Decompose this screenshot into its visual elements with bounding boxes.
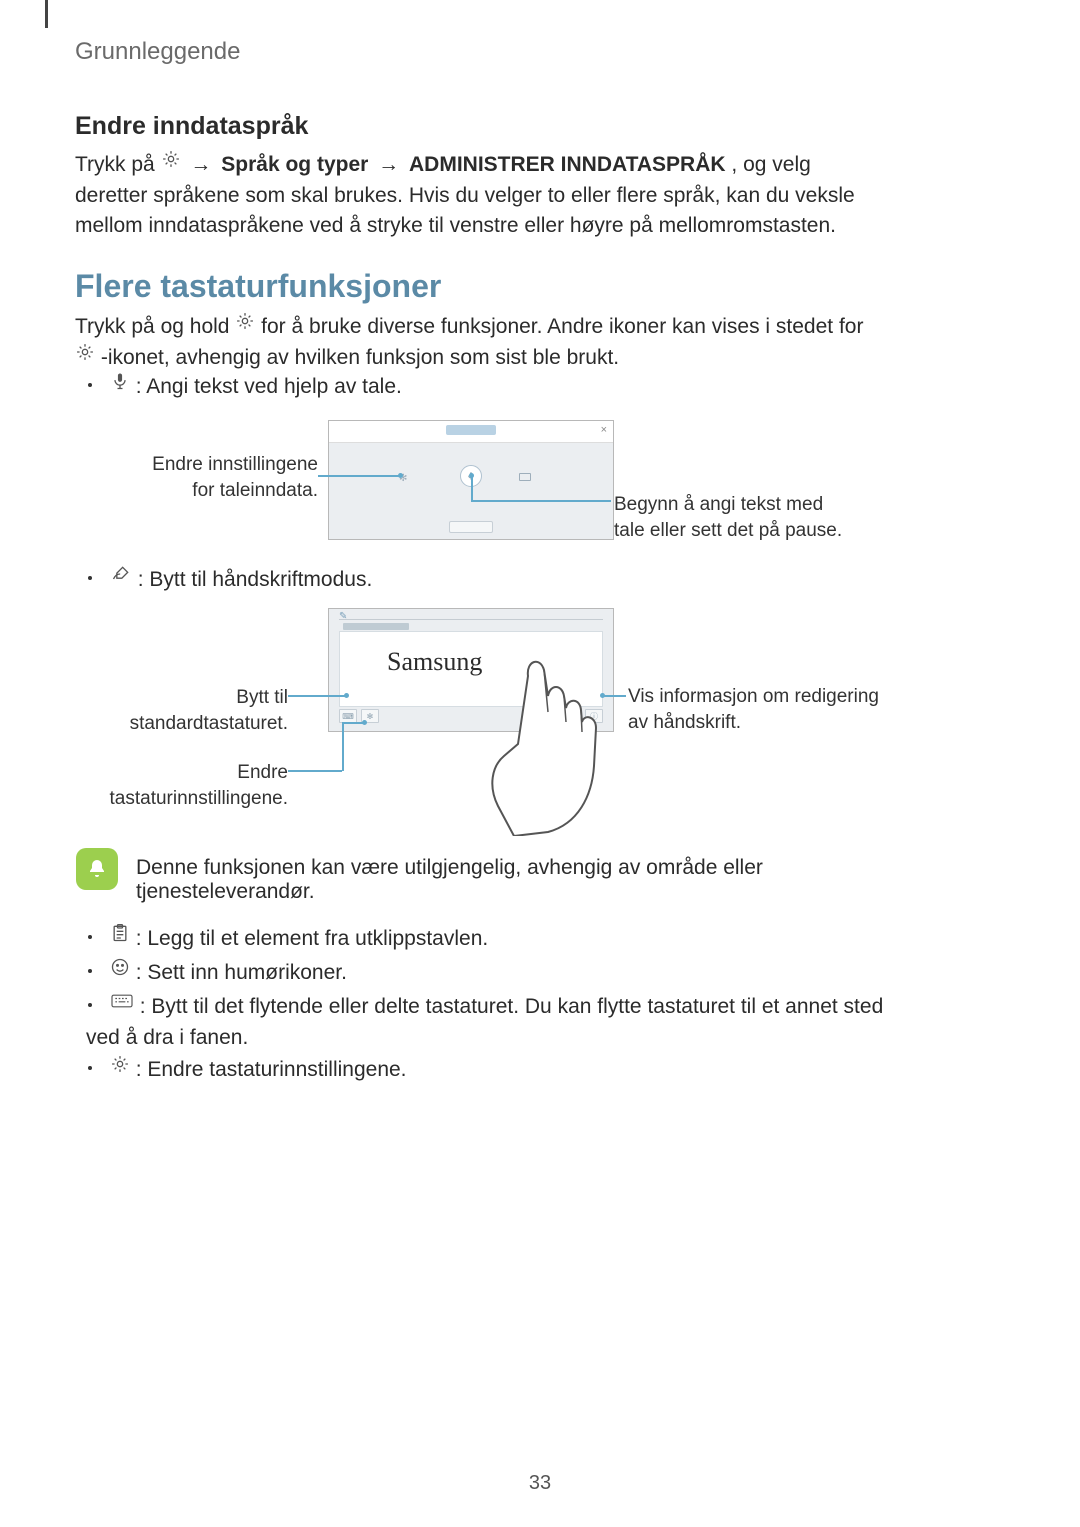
bullet-settings-text: : Endre tastaturinnstillingene. bbox=[136, 1058, 407, 1081]
bullet-settings: : Endre tastaturinnstillingene. bbox=[86, 1055, 876, 1086]
callout-hw-settings: Endre tastaturinnstillingene. bbox=[98, 760, 288, 811]
close-icon: × bbox=[601, 424, 607, 436]
hw-toolbar: ⌨ ✻ ⌫ ↵ ⓘ bbox=[339, 709, 603, 725]
note-bell-icon bbox=[76, 848, 118, 890]
bullet-dot bbox=[88, 1003, 92, 1007]
callout-hw-info: Vis informasjon om redigering av håndskr… bbox=[628, 684, 888, 735]
page-header: Grunnleggende bbox=[75, 38, 240, 66]
handwriting-icon bbox=[110, 563, 132, 593]
hw-input-line bbox=[339, 619, 603, 620]
voice-topbar: × bbox=[329, 421, 613, 443]
callout-dot bbox=[362, 720, 367, 725]
bullet-dot bbox=[88, 1066, 92, 1070]
note-text: Denne funksjonen kan være utilgjengelig,… bbox=[136, 856, 896, 904]
callout-line bbox=[604, 695, 626, 697]
callout-line bbox=[288, 695, 346, 697]
text: for å bruke diverse funksjoner. Andre ik… bbox=[261, 315, 863, 338]
bullet-float-text: : Bytt til det flytende eller delte tast… bbox=[86, 995, 883, 1049]
gear-icon bbox=[110, 1053, 130, 1083]
hw-keyboard-icon: ⌨ bbox=[339, 709, 357, 723]
bullet-pen-text: : Bytt til håndskriftmodus. bbox=[138, 568, 373, 591]
callout-line bbox=[471, 500, 611, 502]
text: -ikonet, avhengig av hvilken funksjon so… bbox=[101, 346, 619, 369]
bullet-float-kbd: : Bytt til det flytende eller delte tast… bbox=[86, 992, 886, 1053]
hw-backspace-icon: ⌫ bbox=[541, 709, 559, 723]
callout-dot bbox=[469, 473, 474, 478]
bullet-dot bbox=[88, 969, 92, 973]
menu-sprak-typer: Språk og typer bbox=[221, 153, 368, 176]
tap-to-speak-placeholder bbox=[446, 425, 496, 435]
diagram-handwriting: ✎ Samsung ⌨ ✻ ⌫ ↵ ⓘ bbox=[328, 608, 614, 732]
text: Trykk på og hold bbox=[75, 315, 235, 338]
bullet-clipboard: : Legg til et element fra utklippstavlen… bbox=[86, 924, 876, 955]
hw-enter-icon: ↵ bbox=[563, 709, 581, 723]
callout-line bbox=[318, 475, 400, 477]
arrow-1: → bbox=[186, 150, 215, 180]
callout-hw-stdkbd: Bytt til standardtastaturet. bbox=[98, 685, 288, 736]
floating-keyboard-icon bbox=[110, 990, 134, 1020]
arrow-2: → bbox=[374, 150, 403, 180]
gear-icon bbox=[161, 148, 181, 178]
bullet-mic-text: : Angi tekst ved hjelp av tale. bbox=[136, 375, 402, 398]
mic-icon bbox=[110, 370, 130, 400]
voice-keyboard-icon bbox=[519, 473, 531, 481]
bullet-dot bbox=[88, 576, 92, 580]
callout-dot bbox=[600, 693, 605, 698]
page-number: 33 bbox=[529, 1472, 551, 1495]
bullet-dot bbox=[88, 935, 92, 939]
callout-line bbox=[471, 475, 473, 501]
clipboard-icon bbox=[110, 922, 130, 952]
bullet-pen: : Bytt til håndskriftmodus. bbox=[86, 565, 372, 596]
callout-line bbox=[342, 722, 344, 771]
hw-sample-text: Samsung bbox=[387, 647, 482, 677]
text: Trykk på bbox=[75, 153, 161, 176]
menu-administrer: ADMINISTRER INNDATASPRÅK bbox=[409, 153, 726, 176]
page-top-mark bbox=[45, 0, 48, 28]
gear-icon bbox=[75, 341, 95, 371]
bullet-clipboard-text: : Legg til et element fra utklippstavlen… bbox=[136, 927, 489, 950]
bullet-mic: : Angi tekst ved hjelp av tale. bbox=[86, 372, 402, 403]
callout-dot bbox=[398, 473, 403, 478]
bullet-emoji: : Sett inn humørikoner. bbox=[86, 958, 876, 989]
bullet-emoji-text: : Sett inn humørikoner. bbox=[136, 961, 347, 984]
gear-icon bbox=[235, 310, 255, 340]
callout-dot bbox=[344, 693, 349, 698]
callout-line bbox=[288, 770, 342, 772]
callout-voice-start: Begynn å angi tekst med tale eller sett … bbox=[614, 492, 844, 543]
emoji-icon bbox=[110, 956, 130, 986]
heading-more-kbd-functions: Flere tastaturfunksjoner bbox=[75, 268, 441, 305]
callout-voice-settings: Endre innstillingene for taleinndata. bbox=[148, 452, 318, 503]
voice-language-pill bbox=[449, 521, 493, 533]
para-functions: Trykk på og hold for å bruke diverse fun… bbox=[75, 312, 865, 373]
heading-change-input-lang: Endre inndataspråk bbox=[75, 112, 308, 141]
hw-suggestion-bar bbox=[343, 623, 409, 630]
hw-info-icon: ⓘ bbox=[585, 709, 603, 723]
hw-cursor-dot bbox=[529, 669, 538, 678]
callout-line bbox=[342, 722, 364, 724]
pencil-icon: ✎ bbox=[339, 611, 347, 622]
bullet-dot bbox=[88, 383, 92, 387]
para-inputlang: Trykk på → Språk og typer → ADMINISTRER … bbox=[75, 150, 865, 242]
